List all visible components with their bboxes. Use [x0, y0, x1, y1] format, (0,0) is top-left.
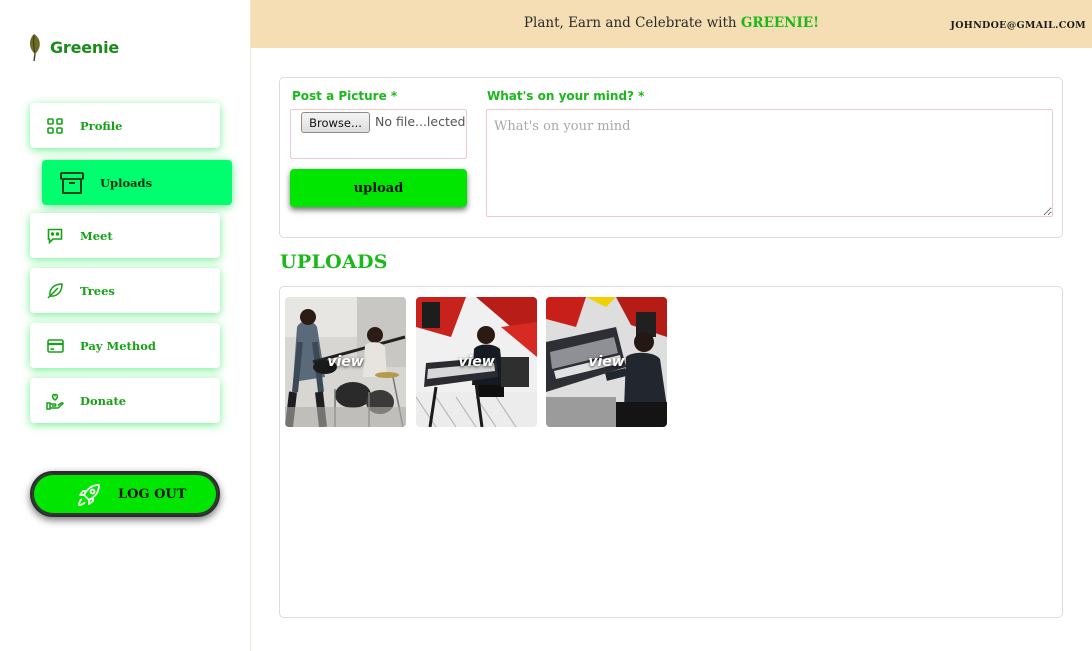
sidebar: Greenie Profile Uploads Meet Trees Pay M… [0, 0, 251, 651]
brand-name: Greenie [50, 37, 120, 57]
post-picture-label: Post a Picture * [292, 89, 398, 103]
archive-icon [60, 171, 84, 195]
header-message-text: Plant, Earn and Celebrate with [523, 15, 741, 31]
logout-label: LOG OUT [118, 487, 187, 502]
mind-textarea[interactable] [486, 109, 1053, 217]
rocket-icon [76, 482, 102, 508]
mind-label: What's on your mind? * [487, 89, 645, 103]
logout-button[interactable]: LOG OUT [30, 471, 220, 517]
brand[interactable]: Greenie [26, 32, 119, 62]
upload-thumbnail[interactable]: view [416, 297, 537, 427]
view-label: view [458, 354, 495, 370]
grid-icon [46, 117, 64, 135]
leaf-logo-icon [29, 34, 40, 62]
sidebar-item-label: Profile [80, 118, 123, 133]
sidebar-item-label: Uploads [100, 175, 153, 190]
post-form-card: Post a Picture * Browse... No file...lec… [279, 77, 1063, 238]
view-label: view [588, 354, 625, 370]
uploads-heading: UPLOADS [280, 251, 388, 273]
leaf-icon [46, 282, 64, 300]
upload-thumbnail[interactable]: view [285, 297, 406, 427]
credit-card-icon [46, 337, 64, 355]
uploads-gallery: view view view [279, 286, 1063, 618]
sidebar-item-trees[interactable]: Trees [30, 268, 220, 313]
top-bar: Plant, Earn and Celebrate with GREENIE! … [251, 0, 1092, 48]
view-label: view [327, 354, 364, 370]
chat-icon [46, 227, 64, 245]
user-email[interactable]: JOHNDOE@GMAIL.COM [950, 20, 1086, 31]
sidebar-item-label: Donate [80, 393, 127, 408]
sidebar-item-uploads[interactable]: Uploads [42, 160, 232, 205]
sidebar-item-label: Meet [80, 228, 113, 243]
header-message-brand: GREENIE! [740, 15, 820, 31]
sidebar-item-label: Pay Method [80, 338, 156, 353]
file-input[interactable]: Browse... No file...lected [290, 109, 467, 159]
browse-button[interactable]: Browse... [301, 112, 370, 133]
sidebar-item-profile[interactable]: Profile [30, 103, 220, 148]
sidebar-item-pay-method[interactable]: Pay Method [30, 323, 220, 368]
upload-thumbnail[interactable]: view [546, 297, 667, 427]
donate-hand-icon [46, 392, 64, 410]
file-status-text: No file...lected [375, 114, 466, 129]
upload-button[interactable]: upload [290, 169, 467, 207]
sidebar-item-label: Trees [80, 283, 115, 298]
sidebar-item-donate[interactable]: Donate [30, 378, 220, 423]
sidebar-item-meet[interactable]: Meet [30, 213, 220, 258]
